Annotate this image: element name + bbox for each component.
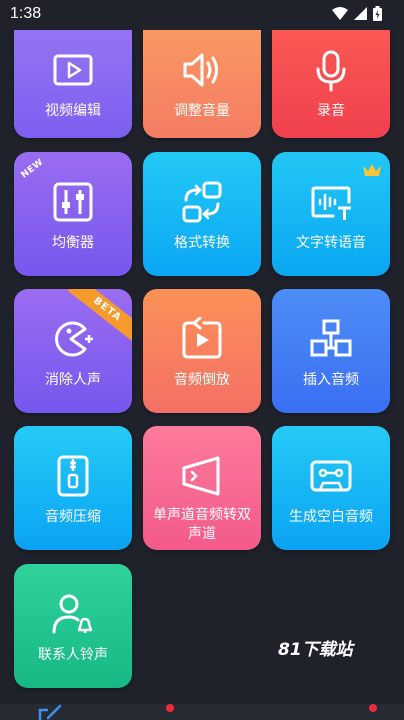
status-bar: 1:38 xyxy=(0,0,404,30)
tool-generate-silence[interactable]: 生成空白音频 xyxy=(272,426,390,550)
video-play-icon xyxy=(53,54,93,86)
tool-label: 音频倒放 xyxy=(174,372,230,388)
status-icons xyxy=(332,6,382,21)
tool-insert-audio[interactable]: 插入音频 xyxy=(272,289,390,413)
mono-to-stereo-icon xyxy=(182,456,220,496)
microphone-icon xyxy=(316,50,346,92)
tool-video-edit[interactable]: 视频编辑 xyxy=(14,14,132,138)
new-badge: NEW xyxy=(19,157,46,181)
tool-label: 录音 xyxy=(317,103,345,119)
speaker-volume-icon xyxy=(183,53,218,87)
status-time: 1:38 xyxy=(10,5,42,22)
text-to-speech-icon xyxy=(311,186,351,220)
contact-ringtone-icon xyxy=(52,594,93,634)
signal-icon xyxy=(354,7,367,20)
tool-audio-compress[interactable]: 音频压缩 xyxy=(14,426,132,550)
tool-label: 消除人声 xyxy=(45,372,101,388)
wifi-icon xyxy=(332,7,348,20)
nav-notification-dot xyxy=(166,704,174,712)
tool-label: 单声道音频转双声道 xyxy=(153,507,251,542)
tool-label: 视频编辑 xyxy=(45,103,101,119)
battery-icon xyxy=(373,6,382,21)
edit-icon[interactable] xyxy=(38,704,64,720)
tool-contact-ringtone[interactable]: 联系人铃声 xyxy=(14,564,132,688)
tool-vocal-remove[interactable]: BETA 消除人声 xyxy=(14,289,132,413)
tool-label: 联系人铃声 xyxy=(38,647,108,663)
tool-label: 均衡器 xyxy=(52,235,94,251)
tool-label: 音频压缩 xyxy=(45,509,101,525)
insert-audio-icon xyxy=(310,319,352,357)
watermark-text: 81下载站 xyxy=(278,640,353,660)
tool-mono-to-stereo[interactable]: 单声道音频转双声道 xyxy=(143,426,261,550)
tool-equalizer[interactable]: NEW 均衡器 xyxy=(14,152,132,276)
equalizer-icon xyxy=(53,182,93,222)
tool-format-convert[interactable]: 格式转换 xyxy=(143,152,261,276)
tool-record[interactable]: 录音 xyxy=(272,14,390,138)
tool-reverse-audio[interactable]: 音频倒放 xyxy=(143,289,261,413)
cassette-icon xyxy=(310,460,352,492)
tool-label: 生成空白音频 xyxy=(289,509,373,525)
bottom-nav xyxy=(0,704,404,720)
format-convert-icon xyxy=(182,181,222,223)
tool-label: 插入音频 xyxy=(303,372,359,388)
crown-icon xyxy=(363,164,381,176)
tool-text-to-speech[interactable]: 文字转语音 xyxy=(272,152,390,276)
tool-label: 调整音量 xyxy=(174,103,230,119)
tool-label: 格式转换 xyxy=(174,235,230,251)
tool-label: 文字转语音 xyxy=(296,235,366,251)
tool-adjust-volume[interactable]: 调整音量 xyxy=(143,14,261,138)
vocal-remove-icon xyxy=(55,321,93,357)
zip-compress-icon xyxy=(57,455,89,497)
reverse-audio-icon xyxy=(182,317,222,359)
nav-notification-dot xyxy=(369,704,377,712)
